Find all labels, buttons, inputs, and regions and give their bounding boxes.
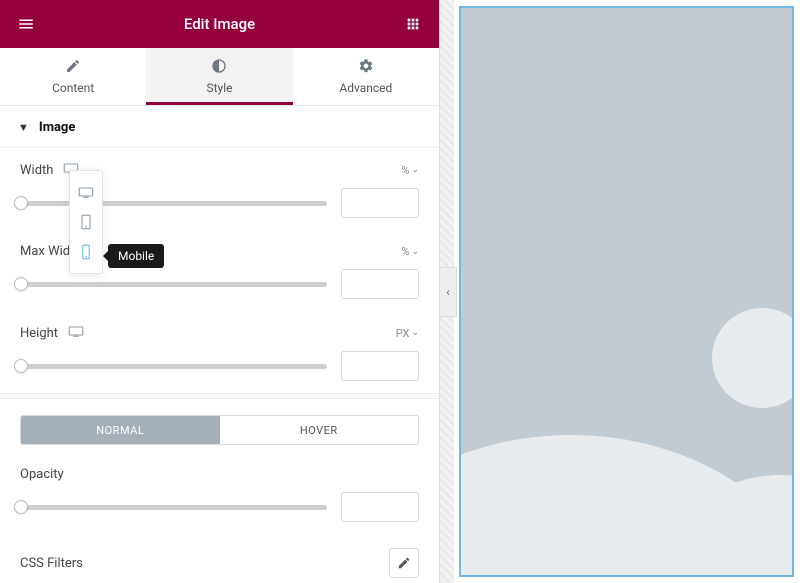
height-input[interactable] [341, 351, 419, 381]
maxwidth-unit-select[interactable]: % ⌄ [401, 245, 419, 258]
height-slider[interactable] [14, 359, 327, 373]
tab-label: Style [206, 81, 232, 95]
device-mobile[interactable] [70, 237, 102, 267]
tab-style[interactable]: Style [146, 48, 292, 105]
apps-button[interactable] [401, 12, 425, 36]
width-label: Width [20, 163, 53, 178]
maxwidth-slider[interactable] [14, 277, 327, 291]
contrast-icon [211, 58, 227, 78]
height-label: Height [20, 326, 58, 341]
chevron-down-icon: ⌄ [411, 247, 419, 257]
state-normal-button[interactable]: NORMAL [21, 416, 220, 444]
device-tablet[interactable] [70, 207, 102, 237]
tab-label: Advanced [339, 81, 392, 95]
collapse-panel-button[interactable]: ‹ [439, 267, 457, 317]
device-popover [69, 170, 103, 274]
device-desktop[interactable] [70, 177, 102, 207]
gear-icon [358, 58, 374, 78]
opacity-label: Opacity [20, 467, 64, 482]
opacity-slider[interactable] [14, 500, 327, 514]
tabs: Content Style Advanced [0, 48, 439, 106]
chevron-down-icon: ⌄ [411, 328, 419, 338]
tab-content[interactable]: Content [0, 48, 146, 105]
panel-title: Edit Image [38, 15, 401, 33]
height-unit-select[interactable]: PX ⌄ [396, 327, 419, 340]
caret-down-icon: ▼ [18, 121, 29, 134]
device-tooltip: Mobile [108, 244, 164, 268]
state-toggle: NORMAL HOVER [20, 415, 419, 445]
menu-button[interactable] [14, 12, 38, 36]
width-input[interactable] [341, 188, 419, 218]
pencil-icon [65, 58, 81, 78]
width-unit-select[interactable]: % ⌄ [401, 164, 419, 177]
chevron-down-icon: ⌄ [411, 165, 419, 175]
preview-frame[interactable] [459, 6, 794, 577]
tab-label: Content [52, 81, 94, 95]
tab-advanced[interactable]: Advanced [293, 48, 439, 105]
cssfilters-edit-button[interactable] [389, 548, 419, 578]
placeholder-sun-icon [712, 308, 794, 408]
maxwidth-input[interactable] [341, 269, 419, 299]
cssfilters-label: CSS Filters [20, 556, 83, 571]
divider [0, 393, 439, 399]
section-title: Image [39, 120, 75, 135]
width-slider[interactable] [14, 196, 327, 210]
responsive-icon[interactable] [68, 325, 84, 341]
section-toggle-image[interactable]: ▼ Image [0, 106, 439, 148]
state-hover-button[interactable]: HOVER [220, 416, 419, 444]
opacity-input[interactable] [341, 492, 419, 522]
